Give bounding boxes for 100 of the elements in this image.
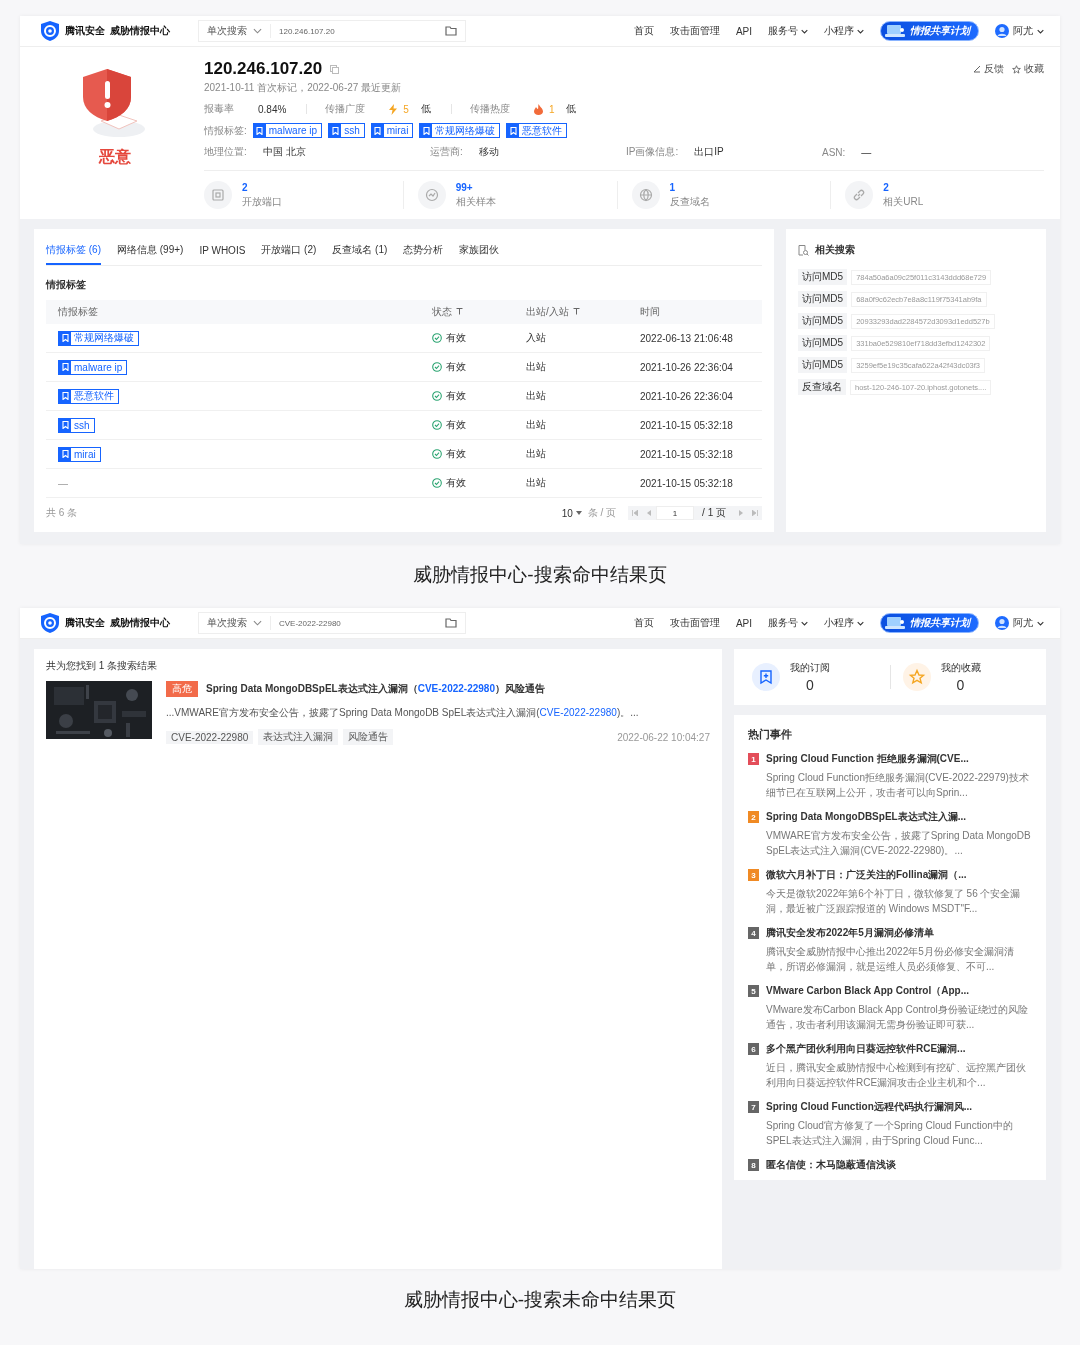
copy-icon[interactable]	[330, 64, 340, 74]
nav-link[interactable]: 攻击面管理	[669, 616, 720, 630]
event-title[interactable]: Spring Cloud Function远程代码执行漏洞风...	[766, 1100, 1032, 1114]
info-label: IP画像信息:	[626, 145, 679, 159]
bookmark-icon	[59, 389, 71, 403]
intel-tag[interactable]: mirai	[370, 123, 414, 138]
intel-tag[interactable]: ssh	[58, 417, 95, 433]
check-circle-icon	[432, 362, 442, 372]
counter-label: 反查域名	[669, 194, 710, 209]
event-title[interactable]: Spring Cloud Function 拒绝服务漏洞(CVE...	[766, 752, 1032, 766]
status-text: 有效	[446, 418, 466, 432]
nav-link[interactable]: API	[735, 617, 752, 629]
event-summary: VMWARE官方发布安全公告，披露了Spring Data MongoDB SpEL表达式注入漏洞(CVE-2022-22980)。...	[766, 829, 1032, 858]
check-circle-icon	[432, 478, 442, 488]
tab[interactable]: 态势分析	[403, 237, 444, 265]
tab[interactable]: IP WHOIS	[199, 237, 246, 265]
folder-icon[interactable]	[445, 26, 457, 36]
avatar-icon	[995, 616, 1009, 630]
user-menu[interactable]: 阿尤	[995, 616, 1044, 630]
stat-value: 0.84%	[258, 103, 287, 115]
intel-tag[interactable]: malware ip	[252, 123, 323, 138]
event-title[interactable]: Spring Data MongoDBSpEL表达式注入漏...	[766, 810, 1032, 824]
table-cell: 入站	[526, 332, 546, 343]
search-type-label: 反查域名	[798, 379, 846, 395]
search-field[interactable]: CVE-2022-22980	[279, 618, 437, 628]
nav-link[interactable]: 小程序	[824, 24, 864, 38]
nav-link[interactable]: 攻击面管理	[669, 24, 720, 38]
search-field[interactable]: 120.246.107.20	[279, 26, 437, 36]
intel-tag[interactable]: ssh	[328, 123, 365, 138]
nav-link[interactable]: 小程序	[824, 616, 864, 630]
counter-label: 我的收藏	[940, 661, 981, 675]
bookmark-icon	[420, 124, 433, 137]
chevron-icon	[857, 620, 864, 626]
page-size-dropdown[interactable]: 10	[561, 507, 582, 519]
column-header[interactable]: 出站/入站	[514, 300, 628, 324]
verdict-label: 恶意	[99, 147, 131, 167]
event-title[interactable]: 微软六月补丁日：广泛关注的Follina漏洞（...	[766, 868, 1032, 882]
counter-value[interactable]: 1	[669, 181, 710, 193]
result-date: 2022-06-22 10:04:27	[617, 731, 710, 743]
nav-link[interactable]: 首页	[633, 616, 654, 630]
event-summary: VMware发布Carbon Black App Control身份验证绕过的风险通告，攻击者利用该漏洞无需身份验证即可获...	[766, 1003, 1029, 1032]
share-program-button[interactable]: 情报共享计划	[880, 21, 979, 41]
tab[interactable]: 开放端口 (2)	[261, 237, 317, 265]
shield-logo-icon	[40, 612, 60, 634]
intel-tag[interactable]: mirai	[58, 446, 101, 462]
event-title[interactable]: 多个黑产团伙利用向日葵远控软件RCE漏洞...	[766, 1042, 1032, 1056]
page-number-field[interactable]: 1	[656, 506, 695, 520]
intel-tag[interactable]: 常规网络爆破	[419, 123, 501, 138]
event-summary: Spring Cloud官方修复了一个Spring Cloud Function中的SPEL表达式注入漏洞，由于Spring Cloud Func...	[766, 1119, 1014, 1148]
intel-tag[interactable]: 常规网络爆破	[58, 330, 139, 346]
nav-link[interactable]: 首页	[633, 24, 654, 38]
intel-tag[interactable]: 恶意软件	[506, 123, 568, 138]
table-cell: 2021-10-26 22:36:04	[640, 390, 733, 402]
table-cell: 出站	[526, 477, 546, 488]
bookmark-plus-icon[interactable]	[752, 663, 780, 691]
tab[interactable]: 网络信息 (99+)	[117, 237, 184, 265]
bookmark-icon	[507, 124, 520, 137]
tab[interactable]: 反查域名 (1)	[332, 237, 388, 265]
counter-value[interactable]: 99+	[455, 181, 496, 193]
lightning-icon	[389, 103, 398, 115]
event-title[interactable]: VMware Carbon Black App Control（App...	[766, 984, 1032, 998]
search-mode-dropdown[interactable]: 单次搜索	[207, 24, 271, 38]
counter-value[interactable]: 2	[242, 181, 282, 193]
chevron-icon	[1037, 28, 1044, 34]
search-mode-dropdown[interactable]: 单次搜索	[207, 616, 271, 630]
column-header: 时间	[628, 300, 762, 324]
rank-badge: 8	[748, 1159, 759, 1171]
search-type-label: 访问MD5	[798, 357, 848, 373]
share-program-button[interactable]: 情报共享计划	[880, 613, 979, 633]
product-name: 威胁情报中心	[110, 24, 170, 38]
nav-link[interactable]: 服务号	[768, 616, 808, 630]
folder-icon[interactable]	[445, 618, 457, 628]
chevron-icon	[801, 28, 808, 34]
stat-label: 传播广度	[325, 102, 366, 116]
counter-value: 0	[806, 677, 814, 693]
info-label: 运营商:	[430, 145, 463, 159]
intel-tag[interactable]: 恶意软件	[58, 388, 119, 404]
table-cell: 出站	[526, 448, 546, 459]
nav-link[interactable]: 服务号	[768, 24, 808, 38]
result-title[interactable]: Spring Data MongoDBSpEL表达式注入漏洞（CVE-2022-22980）风险通告	[206, 682, 545, 696]
total-count: 共 6 条	[46, 506, 78, 520]
event-summary: 近日，腾讯安全威胁情报中心检测到有挖矿、远控黑产团伙利用向日葵远控软件RCE漏洞攻击企业主机和个...	[766, 1061, 1027, 1090]
event-title[interactable]: 匿名信使：木马隐蔽通信浅谈	[766, 1158, 1032, 1172]
nav-link[interactable]: API	[735, 25, 752, 37]
tab[interactable]: 家族团伙	[459, 237, 500, 265]
table-cell: 2021-10-26 22:36:04	[640, 361, 733, 373]
intel-tag[interactable]: malware ip	[58, 359, 128, 375]
tab[interactable]: 情报标签 (6)	[46, 237, 101, 265]
brand-name: 腾讯安全	[65, 616, 105, 630]
ip-address: 120.246.107.20	[204, 59, 323, 79]
action-link[interactable]: 收藏	[1012, 62, 1044, 76]
status-text: 有效	[446, 331, 466, 345]
column-header[interactable]: 状态	[420, 300, 514, 324]
event-title[interactable]: 腾讯安全发布2022年5月漏洞必修清单	[766, 926, 1032, 940]
counter-value[interactable]: 2	[883, 181, 924, 193]
action-link[interactable]: 反馈	[973, 62, 1004, 76]
product-name: 威胁情报中心	[110, 616, 170, 630]
rank-badge: 7	[748, 1101, 759, 1113]
table-cell: —	[58, 477, 68, 489]
user-menu[interactable]: 阿尤	[995, 24, 1044, 38]
